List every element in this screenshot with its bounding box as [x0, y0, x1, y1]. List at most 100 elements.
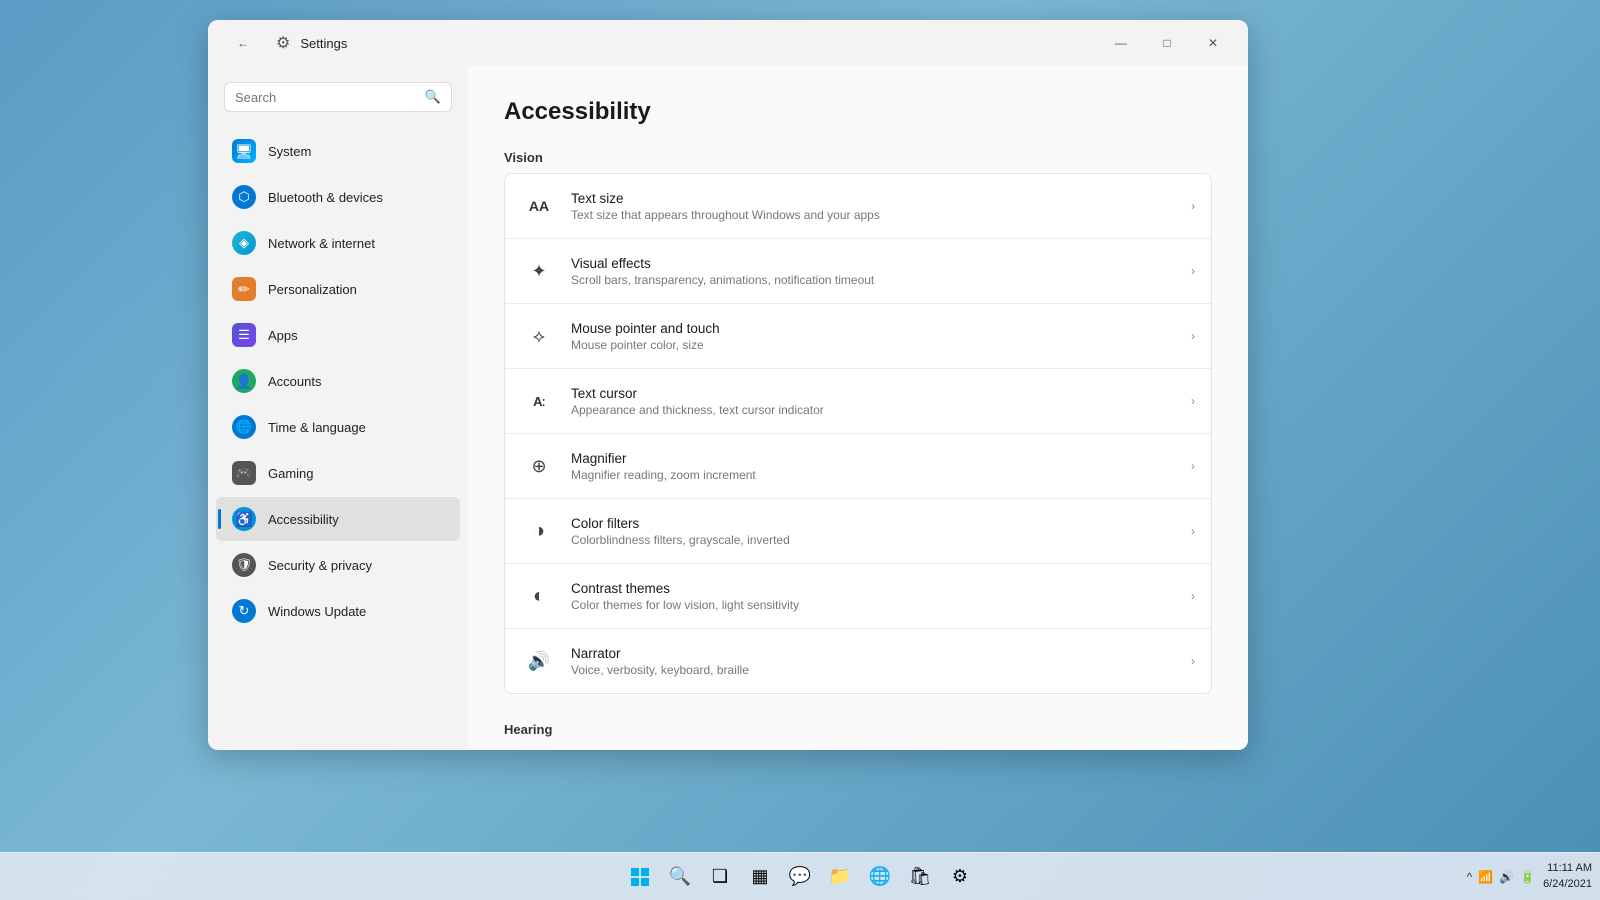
titlebar-controls: — □ ✕ — [1098, 27, 1236, 59]
wifi-icon[interactable]: 📶 — [1478, 870, 1493, 884]
contrast-themes-chevron: › — [1191, 589, 1195, 603]
taskbar-time-display: 11:11 AM — [1543, 861, 1592, 876]
visual-effects-chevron: › — [1191, 264, 1195, 278]
widgets-button[interactable]: ▦ — [742, 859, 778, 895]
narrator-text: Narrator Voice, verbosity, keyboard, bra… — [571, 646, 1183, 677]
text-cursor-text: Text cursor Appearance and thickness, te… — [571, 386, 1183, 417]
security-icon: 🛡 — [232, 553, 256, 577]
sidebar-item-label-apps: Apps — [268, 328, 298, 343]
text-cursor-chevron: › — [1191, 394, 1195, 408]
accounts-icon: 👤 — [232, 369, 256, 393]
magnifier-icon: ⊕ — [521, 448, 557, 484]
taskbar-date-display: 6/24/2021 — [1543, 877, 1592, 892]
magnifier-title: Magnifier — [571, 451, 1183, 466]
narrator-chevron: › — [1191, 654, 1195, 668]
color-filters-icon: ◑ — [521, 513, 557, 549]
maximize-button[interactable]: □ — [1144, 27, 1190, 59]
visual-effects-title: Visual effects — [571, 256, 1183, 271]
sidebar-item-label-security: Security & privacy — [268, 558, 372, 573]
mouse-pointer-chevron: › — [1191, 329, 1195, 343]
file-explorer-button[interactable]: 📁 — [822, 859, 858, 895]
taskbar-sys-icons: ^ 📶 🔊 🔋 — [1467, 870, 1536, 884]
search-taskbar-button[interactable]: 🔍 — [662, 859, 698, 895]
hearing-section-label: Hearing — [504, 722, 1212, 737]
text-size-desc: Text size that appears throughout Window… — [571, 208, 1183, 222]
sidebar-item-label-bluetooth: Bluetooth & devices — [268, 190, 383, 205]
battery-icon[interactable]: 🔋 — [1520, 870, 1535, 884]
bluetooth-icon: ⬡ — [232, 185, 256, 209]
mouse-pointer-text: Mouse pointer and touch Mouse pointer co… — [571, 321, 1183, 352]
contrast-themes-text: Contrast themes Color themes for low vis… — [571, 581, 1183, 612]
settings-item-contrast-themes[interactable]: ◐ Contrast themes Color themes for low v… — [505, 564, 1211, 629]
sidebar-item-label-system: System — [268, 144, 311, 159]
sidebar-item-label-accounts: Accounts — [268, 374, 321, 389]
sidebar-item-network[interactable]: ◈ Network & internet — [216, 221, 460, 265]
mouse-pointer-icon: ⟡ — [521, 318, 557, 354]
minimize-button[interactable]: — — [1098, 27, 1144, 59]
chat-button[interactable]: 💬 — [782, 859, 818, 895]
gaming-icon: 🎮 — [232, 461, 256, 485]
sidebar-item-accessibility[interactable]: ♿ Accessibility — [216, 497, 460, 541]
text-cursor-desc: Appearance and thickness, text cursor in… — [571, 403, 1183, 417]
vision-settings-list: AA Text size Text size that appears thro… — [504, 173, 1212, 694]
titlebar: ← ⚙ Settings — □ ✕ — [208, 20, 1248, 66]
taskview-button[interactable]: ❏ — [702, 859, 738, 895]
close-button[interactable]: ✕ — [1190, 27, 1236, 59]
sidebar-item-gaming[interactable]: 🎮 Gaming — [216, 451, 460, 495]
settings-titlebar-icon: ⚙ — [276, 33, 290, 53]
taskbar: 🔍 ❏ ▦ 💬 📁 🌐 🛍 ⚙ ^ 📶 🔊 🔋 11:11 AM 6/24/20… — [0, 852, 1600, 900]
accessibility-icon: ♿ — [232, 507, 256, 531]
sidebar-item-update[interactable]: ↻ Windows Update — [216, 589, 460, 633]
settings-item-text-size[interactable]: AA Text size Text size that appears thro… — [505, 174, 1211, 239]
settings-taskbar-button[interactable]: ⚙ — [942, 859, 978, 895]
back-button[interactable]: ← — [220, 27, 266, 59]
sound-icon[interactable]: 🔊 — [1499, 870, 1514, 884]
taskbar-right: ^ 📶 🔊 🔋 11:11 AM 6/24/2021 — [1467, 861, 1592, 892]
contrast-themes-icon: ◐ — [521, 578, 557, 614]
narrator-icon: 🔊 — [521, 643, 557, 679]
sidebar-item-time[interactable]: 🌐 Time & language — [216, 405, 460, 449]
time-icon: 🌐 — [232, 415, 256, 439]
search-box[interactable]: 🔍 — [224, 82, 452, 112]
sidebar-item-bluetooth[interactable]: ⬡ Bluetooth & devices — [216, 175, 460, 219]
chevron-icon[interactable]: ^ — [1467, 870, 1473, 884]
sidebar-item-accounts[interactable]: 👤 Accounts — [216, 359, 460, 403]
sidebar-item-apps[interactable]: ☰ Apps — [216, 313, 460, 357]
color-filters-title: Color filters — [571, 516, 1183, 531]
search-input[interactable] — [235, 90, 417, 105]
text-size-title: Text size — [571, 191, 1183, 206]
main-content: Accessibility Vision AA Text size Text s… — [468, 66, 1248, 750]
sidebar-item-security[interactable]: 🛡 Security & privacy — [216, 543, 460, 587]
settings-item-text-cursor[interactable]: Aː Text cursor Appearance and thickness,… — [505, 369, 1211, 434]
start-button[interactable] — [622, 859, 658, 895]
settings-item-visual-effects[interactable]: ✦ Visual effects Scroll bars, transparen… — [505, 239, 1211, 304]
vision-section-label: Vision — [504, 150, 1212, 165]
mouse-pointer-desc: Mouse pointer color, size — [571, 338, 1183, 352]
update-icon: ↻ — [232, 599, 256, 623]
window-body: 🔍 🖥 System ⬡ Bluetooth & devices ◈ Netwo… — [208, 66, 1248, 750]
visual-effects-icon: ✦ — [521, 253, 557, 289]
sidebar-item-label-time: Time & language — [268, 420, 366, 435]
visual-effects-text: Visual effects Scroll bars, transparency… — [571, 256, 1183, 287]
sidebar-item-personalization[interactable]: ✏ Personalization — [216, 267, 460, 311]
search-icon: 🔍 — [425, 89, 441, 105]
visual-effects-desc: Scroll bars, transparency, animations, n… — [571, 273, 1183, 287]
settings-item-magnifier[interactable]: ⊕ Magnifier Magnifier reading, zoom incr… — [505, 434, 1211, 499]
taskbar-clock[interactable]: 11:11 AM 6/24/2021 — [1543, 861, 1592, 892]
sidebar-item-system[interactable]: 🖥 System — [216, 129, 460, 173]
edge-button[interactable]: 🌐 — [862, 859, 898, 895]
taskbar-center: 🔍 ❏ ▦ 💬 📁 🌐 🛍 ⚙ — [622, 859, 978, 895]
store-button[interactable]: 🛍 — [902, 859, 938, 895]
sidebar-item-label-update: Windows Update — [268, 604, 366, 619]
settings-item-narrator[interactable]: 🔊 Narrator Voice, verbosity, keyboard, b… — [505, 629, 1211, 693]
page-title: Accessibility — [504, 98, 1212, 126]
contrast-themes-desc: Color themes for low vision, light sensi… — [571, 598, 1183, 612]
magnifier-chevron: › — [1191, 459, 1195, 473]
color-filters-desc: Colorblindness filters, grayscale, inver… — [571, 533, 1183, 547]
settings-item-color-filters[interactable]: ◑ Color filters Colorblindness filters, … — [505, 499, 1211, 564]
color-filters-chevron: › — [1191, 524, 1195, 538]
titlebar-left: ← ⚙ Settings — [220, 27, 347, 59]
settings-item-mouse-pointer[interactable]: ⟡ Mouse pointer and touch Mouse pointer … — [505, 304, 1211, 369]
titlebar-title: Settings — [300, 36, 347, 51]
text-size-text: Text size Text size that appears through… — [571, 191, 1183, 222]
